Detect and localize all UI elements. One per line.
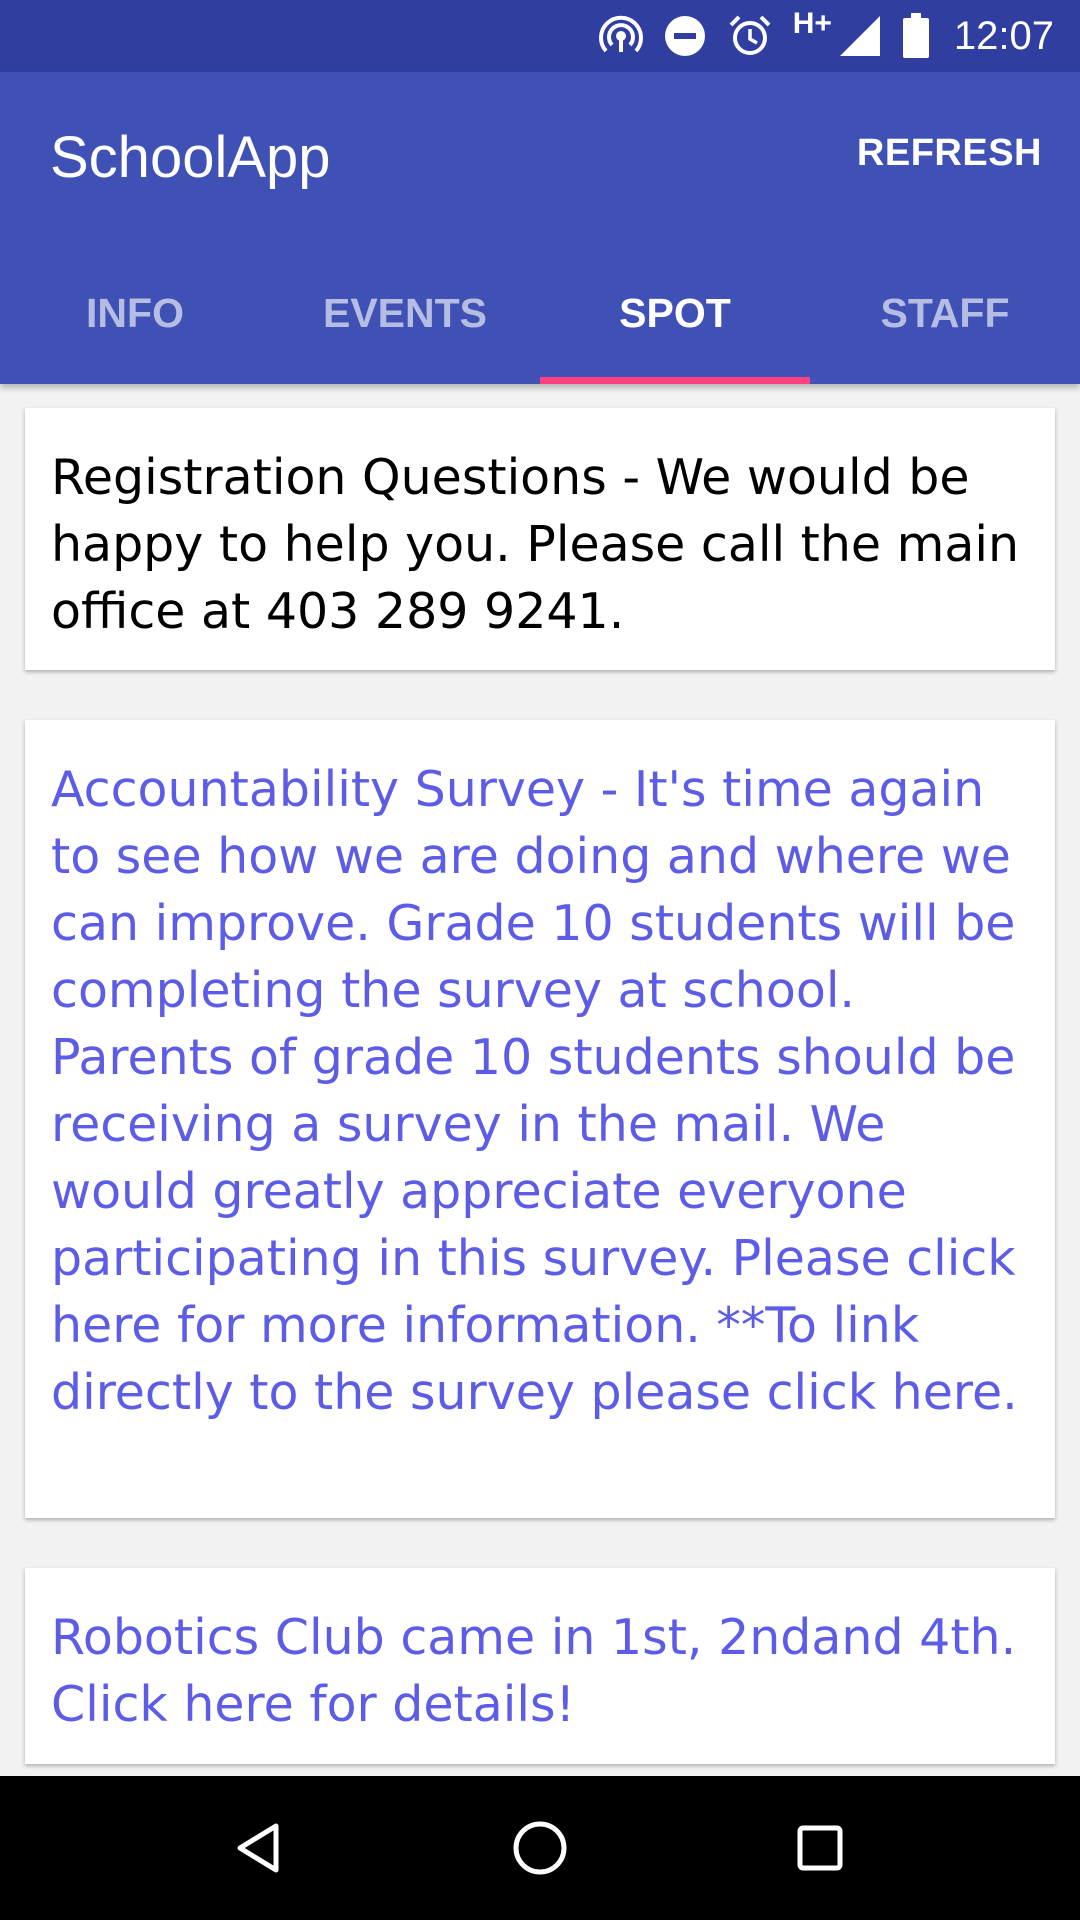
alarm-icon [727,0,773,72]
tab-spot[interactable]: SPOT [540,254,810,384]
app-title: SchoolApp [50,125,331,190]
home-icon [513,1821,567,1875]
clock: 12:07 [953,13,1054,58]
recents-icon [797,1825,843,1871]
do-not-disturb-icon [663,0,707,72]
tab-staff[interactable]: STAFF [810,254,1080,384]
recents-button[interactable] [760,1788,880,1908]
tab-events[interactable]: EVENTS [270,254,540,384]
app-bar: SchoolApp REFRESH INFO EVENTS SPOT STAFF [0,72,1080,384]
battery-icon [902,0,930,72]
announcement-card-registration: Registration Questions - We would be hap… [25,408,1055,670]
navigation-bar [0,1776,1080,1920]
tab-bar: INFO EVENTS SPOT STAFF [0,254,1080,384]
back-button[interactable] [200,1788,320,1908]
home-button[interactable] [480,1788,600,1908]
announcement-card-survey[interactable]: Accountability Survey - It's time again … [25,720,1055,1518]
announcement-card-robotics[interactable]: Robotics Club came in 1st, 2ndand 4th. C… [25,1568,1055,1764]
tab-info[interactable]: INFO [0,254,270,384]
hotspot-icon [598,0,643,72]
refresh-button[interactable]: REFRESH [857,132,1042,175]
back-icon [237,1823,279,1873]
network-type: H+ [792,7,832,40]
status-bar: H+ 12:07 [0,0,1080,72]
signal-icon [838,0,882,72]
announcement-list[interactable]: Registration Questions - We would be hap… [0,384,1080,1776]
